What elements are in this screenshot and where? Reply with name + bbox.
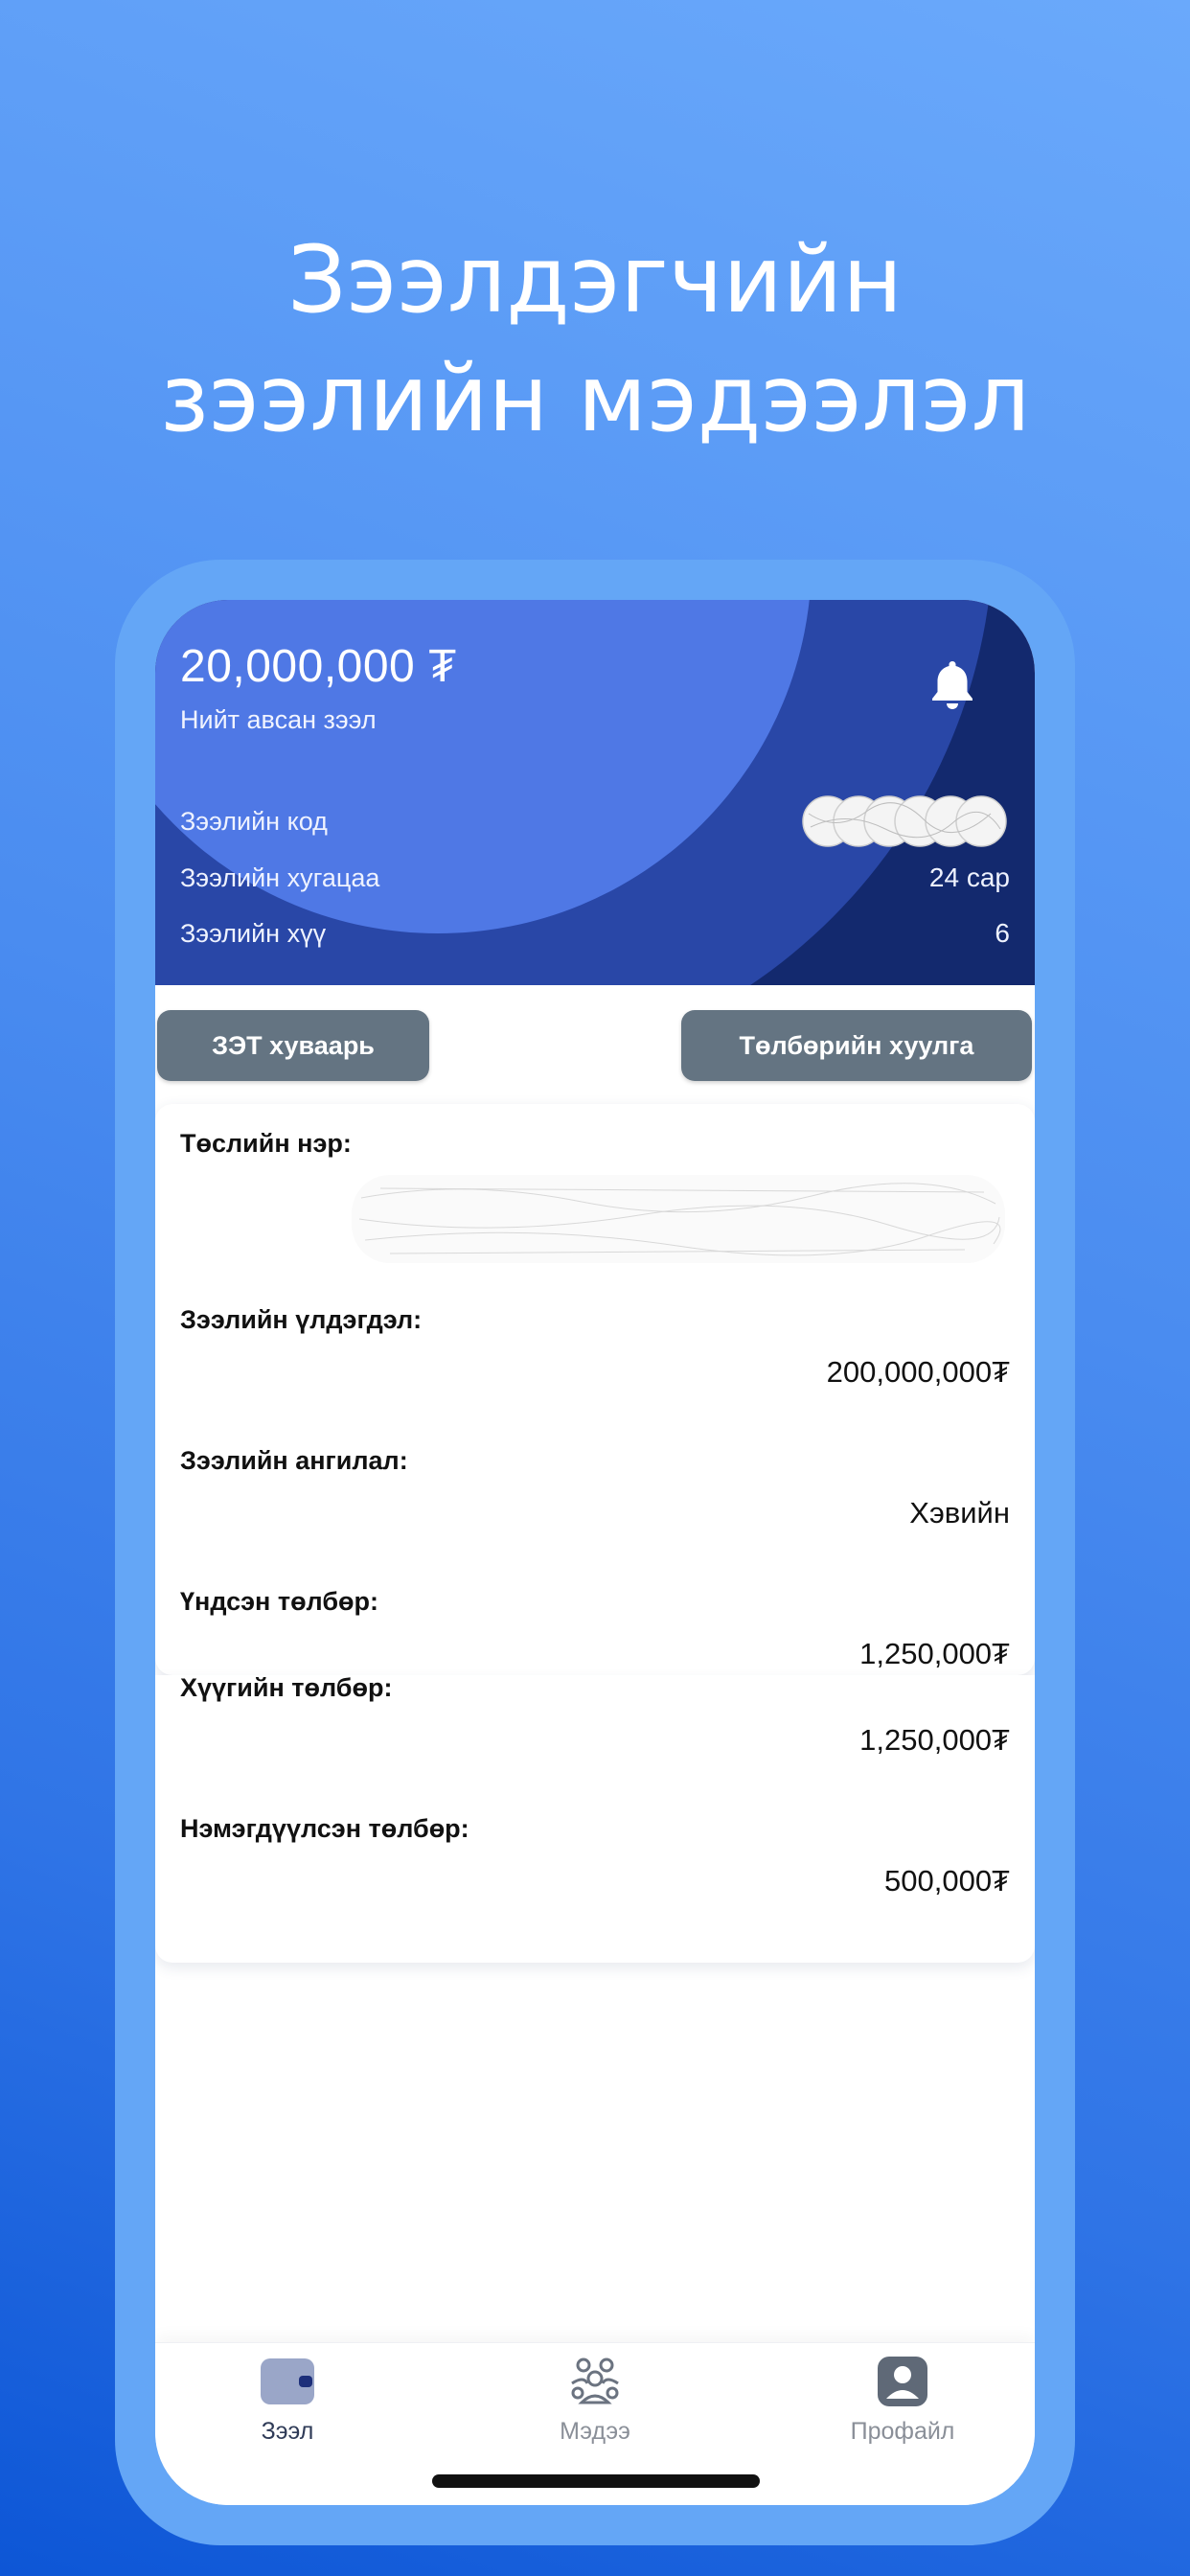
additional-payment-label: Нэмэгдүүлсэн төлбөр: <box>180 1814 469 1843</box>
loan-term-value: 24 сар <box>928 862 1010 892</box>
interest-payment-label: Хүүгийн төлбөр: <box>180 1673 393 1702</box>
loan-term-row: Зээлийн хугацаа 24 сар <box>180 859 1010 897</box>
loan-category-label: Зээлийн ангилал: <box>180 1446 408 1475</box>
loan-category-value: Хэвийн <box>909 1496 1010 1530</box>
payment-statement-button[interactable]: Төлбөрийн хуулга <box>681 1010 1032 1081</box>
phone-screen: 20,000,000 ₮ Нийт авсан зээл Зээлийн код <box>155 600 1035 2505</box>
loan-term-label: Зээлийн хугацаа <box>180 862 380 892</box>
loan-balance-value: 200,000,000₮ <box>826 1355 1010 1389</box>
loan-interest-label: Зээлийн хүү <box>180 918 327 948</box>
loan-code-redacted <box>802 795 1007 847</box>
project-name-redacted <box>352 1175 1005 1263</box>
headline-line-1: Зээлдэгчийн <box>286 226 904 334</box>
wallet-icon <box>261 2358 314 2404</box>
repayment-schedule-button[interactable]: ЗЭТ хуваарь <box>157 1010 429 1081</box>
loan-interest-row: Зээлийн хүү 6 <box>180 914 1010 953</box>
home-indicator <box>432 2474 760 2488</box>
project-name-label: Төслийн нэр: <box>180 1129 352 1158</box>
people-icon <box>571 2358 619 2404</box>
headline-line-2: зээлийн мэдээлэл <box>159 345 1031 452</box>
loan-details-card: Төслийн нэр: Зээлийн үлдэгдэл: 200,000,0… <box>155 1104 1035 1675</box>
tab-news-label: Мэдээ <box>560 2418 630 2445</box>
loan-code-row: Зээлийн код <box>180 795 1010 847</box>
loan-code-label: Зээлийн код <box>180 806 328 836</box>
loan-details-card-lower: Хүүгийн төлбөр: 1,250,000₮ Нэмэгдүүлсэн … <box>155 1673 1035 1963</box>
loan-interest-value: 6 <box>995 918 1010 948</box>
tab-loan[interactable]: Зээл <box>192 2355 383 2446</box>
total-loan-amount: 20,000,000 ₮ <box>180 641 457 692</box>
loan-balance-label: Зээлийн үлдэгдэл: <box>180 1305 423 1334</box>
loan-summary-card: 20,000,000 ₮ Нийт авсан зээл Зээлийн код <box>155 600 1035 985</box>
profile-icon <box>878 2357 927 2406</box>
additional-payment-value: 500,000₮ <box>884 1864 1010 1898</box>
principal-payment-value: 1,250,000₮ <box>859 1637 1010 1670</box>
principal-payment-label: Үндсэн төлбөр: <box>180 1587 379 1616</box>
bell-icon[interactable] <box>927 657 977 713</box>
tab-profile-label: Профайл <box>850 2418 955 2445</box>
tab-news[interactable]: Мэдээ <box>499 2355 691 2446</box>
total-loan-label: Нийт авсан зээл <box>180 705 377 734</box>
tab-loan-label: Зээл <box>261 2418 314 2445</box>
tab-profile[interactable]: Профайл <box>807 2355 998 2446</box>
interest-payment-value: 1,250,000₮ <box>859 1723 1010 1757</box>
page-headline: Зээлдэгчийн зээлийн мэдээлэл <box>0 220 1190 458</box>
